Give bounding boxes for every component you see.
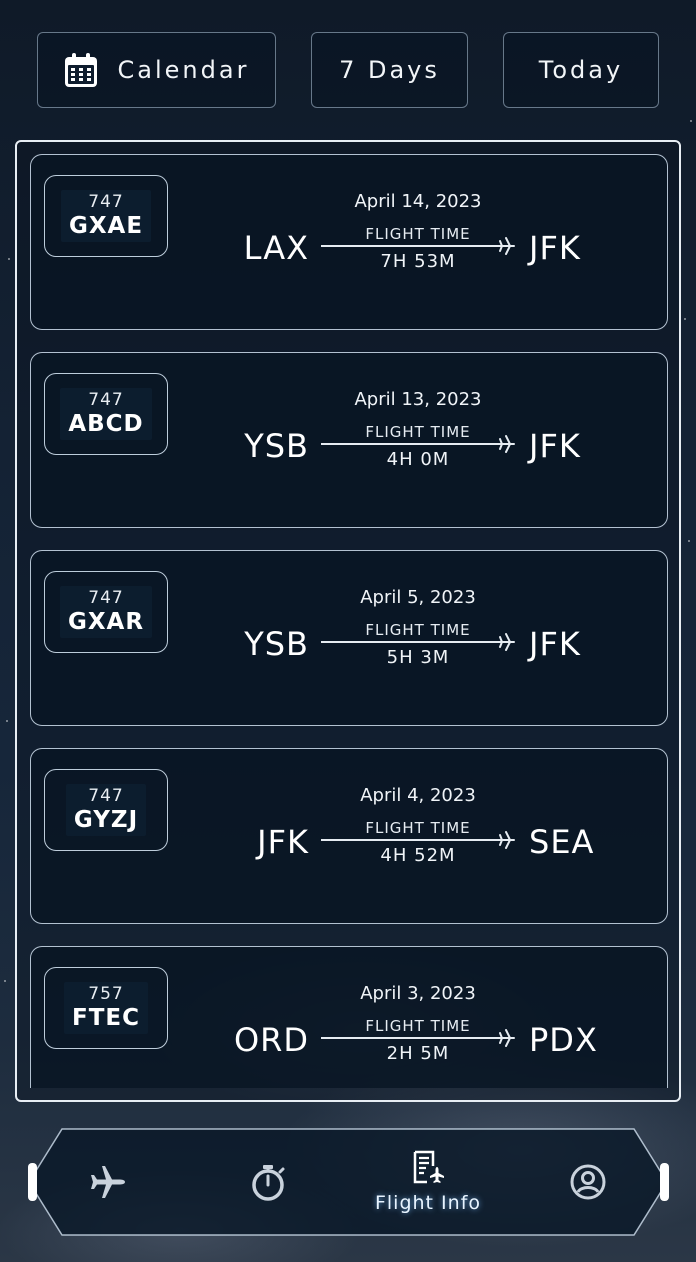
destination-airport: SEA <box>529 823 595 861</box>
flight-list-panel: 747 GXAE April 14, 2023 LAX FLIGHT TIME … <box>15 140 681 1102</box>
flight-date: April 5, 2023 <box>360 587 476 608</box>
seven-days-button[interactable]: 7 Days <box>311 32 468 108</box>
star <box>6 720 8 722</box>
nav-left-handle[interactable] <box>28 1163 37 1201</box>
origin-airport: LAX <box>243 229 309 267</box>
nav-item-profile[interactable] <box>528 1128 648 1236</box>
origin-airport: ORD <box>233 1021 309 1059</box>
aircraft-model: 747 <box>88 588 124 608</box>
flight-card[interactable]: 747 ABCD April 13, 2023 YSB FLIGHT TIME … <box>30 352 668 528</box>
destination-airport: JFK <box>529 625 581 663</box>
star <box>8 258 10 260</box>
origin-airport: YSB <box>244 625 309 663</box>
flight-card[interactable]: 747 GXAR April 5, 2023 YSB FLIGHT TIME 5… <box>30 550 668 726</box>
flight-time-label: FLIGHT TIME <box>365 819 471 837</box>
aircraft-model: 747 <box>88 786 124 806</box>
star <box>688 540 690 542</box>
flight-card[interactable]: 757 FTEC April 3, 2023 ORD FLIGHT TIME 2… <box>30 946 668 1088</box>
route-line <box>321 839 497 841</box>
flight-duration: 4H 52M <box>380 845 456 866</box>
nav-right-handle[interactable] <box>660 1163 669 1201</box>
destination-airport: JFK <box>529 427 581 465</box>
route-line <box>321 245 497 247</box>
stopwatch-icon <box>252 1165 285 1201</box>
flight-info-icon <box>413 1150 444 1184</box>
calendar-icon <box>64 53 97 87</box>
aircraft-registration: ABCD <box>68 411 144 437</box>
nav-item-flights[interactable] <box>48 1128 168 1236</box>
flight-time-label: FLIGHT TIME <box>365 225 471 243</box>
aircraft-tag: 747 GXAE <box>44 175 168 257</box>
flight-time-label: FLIGHT TIME <box>365 1017 471 1035</box>
destination-airport: JFK <box>529 229 581 267</box>
destination-airport: PDX <box>529 1021 598 1059</box>
origin-airport: YSB <box>244 427 309 465</box>
star <box>4 980 6 982</box>
aircraft-registration: GXAE <box>68 213 144 239</box>
aircraft-registration: GXAR <box>67 609 145 635</box>
flight-date: April 4, 2023 <box>360 785 476 806</box>
aircraft-registration: FTEC <box>72 1005 140 1031</box>
route-line <box>321 443 497 445</box>
flight-card[interactable]: 747 GYZJ April 4, 2023 JFK FLIGHT TIME 4… <box>30 748 668 924</box>
today-button-label: Today <box>538 56 624 84</box>
aircraft-registration: GYZJ <box>73 807 139 833</box>
calendar-button-label: Calendar <box>117 56 250 84</box>
flight-duration: 7H 53M <box>380 251 456 272</box>
aircraft-tag: 757 FTEC <box>44 967 168 1049</box>
flight-card[interactable]: 747 GXAE April 14, 2023 LAX FLIGHT TIME … <box>30 154 668 330</box>
flight-date: April 14, 2023 <box>354 191 482 212</box>
flight-time-label: FLIGHT TIME <box>365 423 471 441</box>
aircraft-model: 747 <box>88 192 124 212</box>
seven-days-button-label: 7 Days <box>339 56 440 84</box>
aircraft-model: 747 <box>88 390 124 410</box>
flight-date: April 3, 2023 <box>360 983 476 1004</box>
flight-duration: 5H 3M <box>386 647 450 668</box>
flight-time-label: FLIGHT TIME <box>365 621 471 639</box>
route-line <box>321 641 497 643</box>
aircraft-model: 757 <box>88 984 124 1004</box>
nav-label-flight-info: Flight Info <box>374 1192 482 1214</box>
origin-airport: JFK <box>257 823 309 861</box>
flight-duration: 4H 0M <box>386 449 450 470</box>
profile-icon <box>570 1164 606 1200</box>
calendar-button[interactable]: Calendar <box>37 32 276 108</box>
flight-list[interactable]: 747 GXAE April 14, 2023 LAX FLIGHT TIME … <box>17 142 679 1088</box>
route-line <box>321 1037 497 1039</box>
aircraft-tag: 747 GYZJ <box>44 769 168 851</box>
star <box>690 120 692 122</box>
flight-date: April 13, 2023 <box>354 389 482 410</box>
today-button[interactable]: Today <box>503 32 659 108</box>
nav-item-flight-info[interactable]: Flight Info <box>368 1128 488 1236</box>
airplane-icon <box>91 1166 125 1198</box>
aircraft-tag: 747 GXAR <box>44 571 168 653</box>
star <box>684 318 686 320</box>
bottom-nav: Flight Info <box>28 1128 669 1236</box>
flight-duration: 2H 5M <box>386 1043 450 1064</box>
aircraft-tag: 747 ABCD <box>44 373 168 455</box>
nav-item-timer[interactable] <box>208 1128 328 1236</box>
